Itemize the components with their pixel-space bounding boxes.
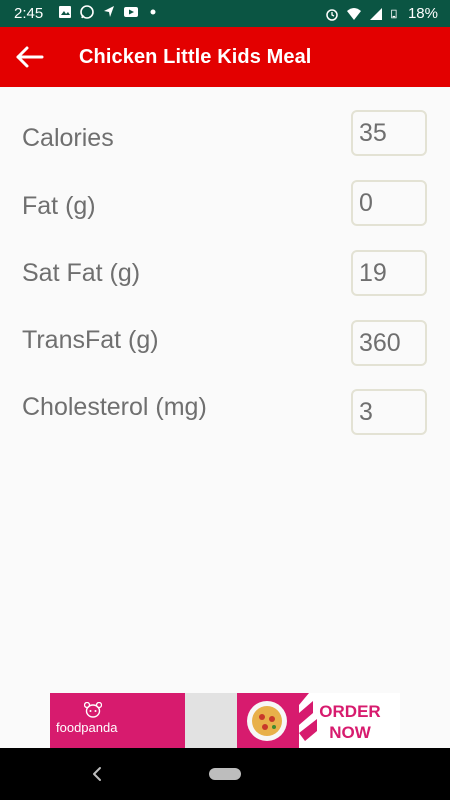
panda-icon (84, 702, 102, 718)
ad-banner[interactable]: foodpanda ORDER NOW (50, 693, 400, 748)
calories-field[interactable]: 35 (351, 110, 427, 156)
pizza-icon (247, 701, 287, 741)
ad-brand-panel: foodpanda (50, 693, 185, 748)
battery-icon (391, 9, 397, 18)
nutrition-row-fat: Fat (g) 0 (0, 180, 450, 230)
nutrition-row-sat-fat: Sat Fat (g) 19 (0, 250, 450, 300)
battery-percent: 18% (407, 5, 438, 22)
wifi-icon (346, 7, 361, 20)
home-pill-icon[interactable] (209, 768, 241, 780)
youtube-icon (124, 7, 138, 17)
status-time: 2:45 (14, 5, 44, 22)
navigation-icon (104, 6, 114, 17)
transfat-field[interactable]: 360 (351, 320, 427, 366)
whatsapp-icon (80, 5, 94, 19)
status-bar: 2:45 18% (0, 0, 450, 27)
app-bar: Chicken Little Kids Meal (0, 27, 450, 87)
nutrition-row-transfat: TransFat (g) 360 (0, 320, 450, 370)
nutrition-row-calories: Calories 35 (0, 110, 450, 160)
sat-fat-label: Sat Fat (g) (22, 259, 141, 287)
ad-brand-text: foodpanda (56, 720, 118, 735)
cholesterol-label: Cholesterol (mg) (22, 393, 207, 421)
system-nav-bar (0, 748, 450, 800)
fat-label: Fat (g) (22, 192, 96, 220)
nav-back-icon[interactable] (91, 766, 103, 782)
sat-fat-field[interactable]: 19 (351, 250, 427, 296)
signal-icon (369, 7, 382, 20)
order-now-button[interactable]: ORDER NOW (305, 701, 395, 743)
nutrition-row-cholesterol: Cholesterol (mg) 3 (0, 389, 450, 439)
calories-label: Calories (22, 124, 114, 152)
cholesterol-field[interactable]: 3 (351, 389, 427, 435)
alarm-icon (326, 8, 338, 21)
cta-line-1: ORDER (319, 702, 381, 721)
dot-icon (150, 9, 156, 15)
cta-line-2: NOW (329, 723, 371, 742)
pizza-panel (237, 693, 299, 748)
back-arrow-icon[interactable] (14, 43, 46, 71)
transfat-label: TransFat (g) (22, 326, 159, 354)
image-icon (59, 6, 71, 18)
page-title: Chicken Little Kids Meal (79, 46, 312, 68)
fat-field[interactable]: 0 (351, 180, 427, 226)
